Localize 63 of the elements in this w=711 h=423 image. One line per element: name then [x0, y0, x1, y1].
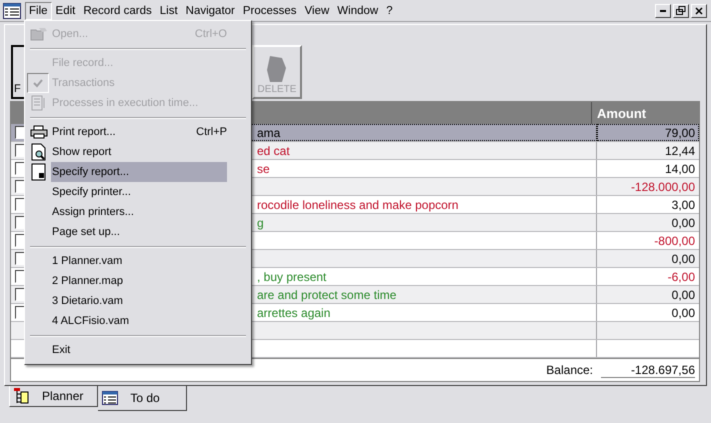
table-cell: -6,00: [668, 270, 695, 284]
table-cell: g: [257, 216, 264, 230]
table-cell: ed cat: [257, 144, 290, 158]
balance-value: -128.697,56: [601, 362, 695, 378]
row-checkbox[interactable]: [14, 198, 26, 211]
table-cell: ama: [257, 126, 280, 140]
grid-list-icon: [102, 391, 118, 405]
table-cell: 0,00: [672, 252, 695, 266]
row-checkbox[interactable]: [14, 288, 26, 301]
menu-item[interactable]: Processes: [238, 2, 301, 20]
table-cell: rocodile loneliness and make popcorn: [257, 198, 458, 212]
table-cell: 14,00: [664, 162, 695, 176]
check-icon: [33, 78, 43, 88]
app-icon[interactable]: [3, 2, 21, 18]
restore-button[interactable]: [673, 4, 689, 18]
row-checkbox[interactable]: [14, 126, 26, 139]
row-checkbox[interactable]: [14, 252, 26, 265]
table-cell: -128.000,00: [630, 180, 695, 194]
magnifier-page-icon: [31, 143, 47, 161]
minimize-icon: [660, 10, 666, 12]
menu-item[interactable]: View: [300, 2, 334, 20]
row-checkbox[interactable]: [14, 180, 26, 193]
table-cell: 12,44: [664, 144, 695, 158]
menu-item[interactable]: Window: [333, 2, 382, 20]
table-cell: 0,00: [672, 216, 695, 230]
tree-icon: [14, 388, 30, 404]
menu-item[interactable]: Record cards: [79, 2, 156, 20]
menu-option[interactable]: Show report: [27, 142, 249, 162]
row-checkbox[interactable]: [14, 270, 26, 283]
report-icon: [31, 163, 47, 181]
folder-icon: [30, 27, 48, 41]
restore-icon: [676, 6, 686, 15]
table-cell: are and protect some time: [257, 288, 396, 302]
menu-item[interactable]: Navigator: [182, 2, 239, 20]
row-checkbox[interactable]: [14, 144, 26, 157]
menu-item[interactable]: ?: [382, 2, 397, 20]
table-cell: -800,00: [654, 234, 695, 248]
minimize-button[interactable]: [655, 4, 671, 18]
row-checkbox[interactable]: [14, 306, 26, 319]
menu-option[interactable]: Print report... Ctrl+P: [27, 122, 249, 142]
document-icon: [31, 95, 47, 111]
menu-item[interactable]: File: [25, 2, 52, 20]
close-icon: [695, 6, 703, 14]
table-cell: 0,00: [672, 288, 695, 302]
table-cell: arrettes again: [257, 306, 330, 320]
row-checkbox[interactable]: [14, 234, 26, 247]
table-cell: se: [257, 162, 270, 176]
printer-icon: [30, 125, 48, 139]
table-cell: 3,00: [672, 198, 695, 212]
document-tab[interactable]: To do: [98, 386, 187, 411]
row-checkbox[interactable]: [14, 216, 26, 229]
column-header[interactable]: Amount: [592, 102, 699, 124]
table-cell: 0,00: [672, 306, 695, 320]
menu-item[interactable]: List: [156, 2, 182, 20]
table-cell: 79,00: [664, 126, 695, 140]
menu-option[interactable]: 1 Planner.vam: [27, 251, 249, 271]
balance-label: Balance:: [546, 363, 593, 377]
menu-item[interactable]: Edit: [52, 2, 80, 20]
document-tab[interactable]: Planner: [9, 386, 98, 407]
row-checkbox[interactable]: [14, 162, 26, 175]
table-cell: , buy present: [257, 270, 326, 284]
close-button[interactable]: [691, 4, 707, 18]
menu-option[interactable]: Exit: [27, 340, 249, 360]
